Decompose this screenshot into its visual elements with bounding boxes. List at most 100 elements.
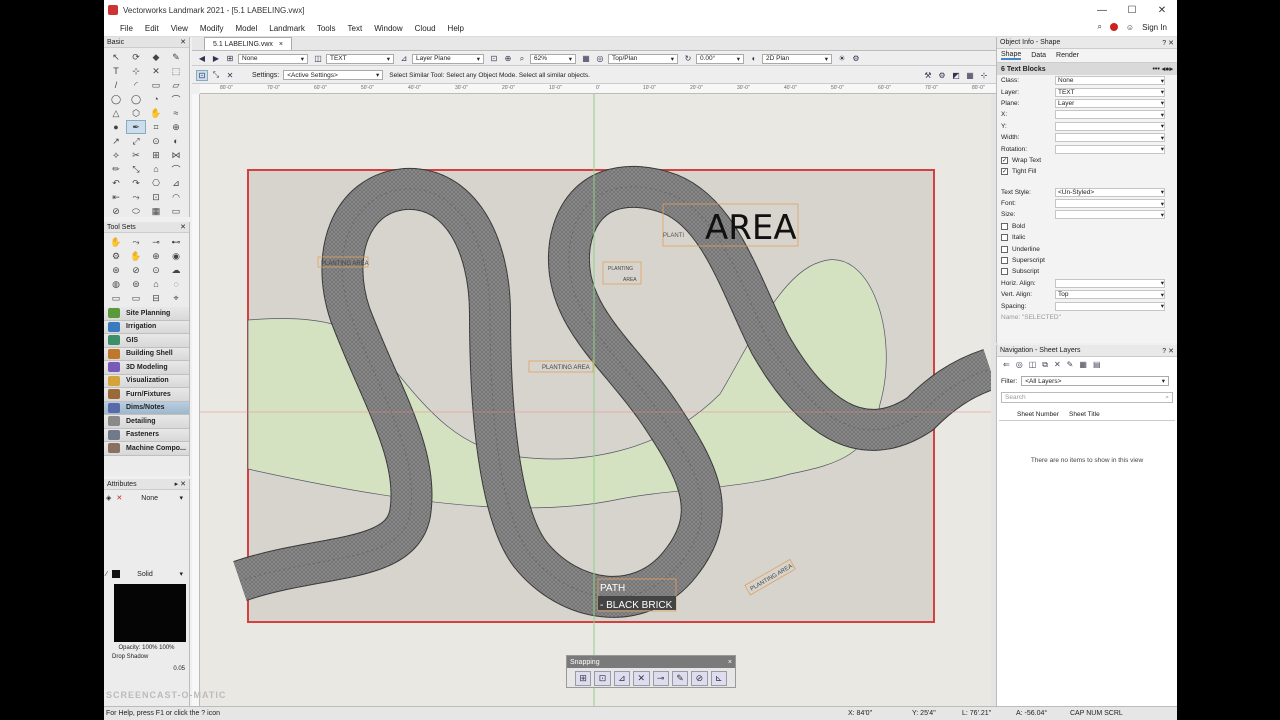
basic-tool-icon[interactable]: ◯ <box>106 92 126 106</box>
basic-tool-icon[interactable]: / <box>106 78 126 92</box>
snap-button-icon[interactable]: ✕ <box>633 671 650 686</box>
checkbox[interactable] <box>1001 234 1008 242</box>
toolset-tool-icon[interactable]: ⊟ <box>146 291 166 305</box>
basic-tool-icon[interactable]: ● <box>106 120 126 134</box>
tab-data[interactable]: Data <box>1031 52 1046 59</box>
basic-tool-icon[interactable]: ⬭ <box>126 204 146 218</box>
snapping-icon[interactable]: ⊹ <box>978 70 990 81</box>
basic-tool-icon[interactable]: ⤳ <box>126 190 146 204</box>
opacity-label[interactable]: Opacity: 100% 100% <box>104 645 189 651</box>
toolset-tool-icon[interactable]: ⊛ <box>106 263 126 277</box>
tool-icon[interactable]: ⚒ <box>922 70 934 81</box>
lighting-icon[interactable]: ☀ <box>836 53 848 64</box>
view-dropdown[interactable]: Top/Plan ▾ <box>608 53 678 64</box>
select-similar-icon[interactable]: ⤡ <box>210 70 222 81</box>
basic-tool-icon[interactable]: ⊹ <box>126 64 146 78</box>
basic-tool-icon[interactable]: ✏ <box>106 162 126 176</box>
basic-tool-icon[interactable]: ▭ <box>146 78 166 92</box>
class-icon[interactable]: ⊞ <box>224 53 236 64</box>
filter-dropdown[interactable]: <All Layers> ▾ <box>1021 376 1169 386</box>
grid-icon[interactable]: ▦ <box>580 53 592 64</box>
toolset-tool-icon[interactable]: ✋ <box>106 235 126 249</box>
field-value[interactable]: Top ▾ <box>1055 290 1165 300</box>
field-value[interactable]: ▾ <box>1055 133 1165 143</box>
settings-dropdown[interactable]: <Active Settings> ▾ <box>283 70 384 80</box>
toolset-item-dims-notes[interactable]: Dims/Notes <box>104 401 189 415</box>
basic-tool-icon[interactable]: ⤡ <box>126 162 146 176</box>
snap-button-icon[interactable]: ⊞ <box>575 671 592 686</box>
pen-icon[interactable]: ⁄ <box>106 571 107 578</box>
field-value[interactable]: None ▾ <box>1055 76 1165 86</box>
toolset-tool-icon[interactable]: ⊘ <box>126 263 146 277</box>
toolset-tool-icon[interactable]: ⊜ <box>126 277 146 291</box>
standard-views-icon[interactable]: ⊡ <box>488 53 500 64</box>
basic-tool-icon[interactable]: ↶ <box>106 176 126 190</box>
grid-icon[interactable]: ▦ <box>1079 360 1087 370</box>
help-close-icon[interactable]: ? ✕ <box>1162 347 1174 355</box>
basic-tool-icon[interactable]: ▱ <box>166 78 186 92</box>
menu-edit[interactable]: Edit <box>139 24 165 33</box>
basic-tool-icon[interactable]: ↖ <box>106 50 126 64</box>
basic-tool-icon[interactable]: ◜ <box>126 78 146 92</box>
visibility-icon[interactable]: ◎ <box>1016 360 1023 370</box>
toolset-tool-icon[interactable]: ⌂ <box>146 277 166 291</box>
layer-dropdown[interactable]: TEXT ▾ <box>326 53 394 64</box>
toolset-tool-icon[interactable]: ⤳ <box>126 235 146 249</box>
view-icon[interactable]: ◩ <box>950 70 962 81</box>
drawing-svg[interactable]: PLANTING AREA PLANTING AREA PLANTING ARE… <box>200 94 991 706</box>
basic-tool-icon[interactable]: ⊞ <box>146 148 166 162</box>
basic-tool-icon[interactable]: ◆ <box>146 50 166 64</box>
zoom-icon[interactable]: ⌕ <box>516 53 528 64</box>
toolset-item-visualization[interactable]: Visualization <box>104 374 189 388</box>
field-value[interactable]: ▾ <box>1055 144 1165 154</box>
field-value[interactable]: TEXT ▾ <box>1055 87 1165 97</box>
checkbox[interactable] <box>1001 257 1008 265</box>
basic-tool-icon[interactable]: ◐ <box>166 134 186 148</box>
basic-tool-icon[interactable]: △ <box>106 106 126 120</box>
toolset-tool-icon[interactable]: ⊙ <box>146 263 166 277</box>
toolset-tool-icon[interactable]: ✋ <box>126 249 146 263</box>
menu-icon[interactable]: ▸ ✕ <box>175 480 186 488</box>
toolset-tool-icon[interactable]: ▭ <box>126 291 146 305</box>
toolset-item-building-shell[interactable]: Building Shell <box>104 347 189 361</box>
checkbox[interactable]: ✓ <box>1001 156 1008 164</box>
basic-tool-icon[interactable]: ✂ <box>126 148 146 162</box>
basic-tool-icon[interactable]: ◔ <box>146 92 166 106</box>
drop-shadow-label[interactable]: Drop Shadow <box>104 654 189 660</box>
menu-model[interactable]: Model <box>229 24 263 33</box>
close-window-button[interactable]: ✕ <box>1147 0 1177 20</box>
edit-icon[interactable]: ✎ <box>1067 360 1074 370</box>
toolset-tool-icon[interactable]: ⚙ <box>106 249 126 263</box>
basic-tool-icon[interactable]: ▦ <box>146 204 166 218</box>
back-icon[interactable]: ◀ <box>196 53 208 64</box>
maximize-button[interactable]: ☐ <box>1117 0 1147 20</box>
toolset-tool-icon[interactable]: ⊕ <box>146 249 166 263</box>
search-input[interactable]: Search <box>1005 394 1026 401</box>
toolset-tool-icon[interactable]: ◌ <box>166 277 186 291</box>
tool-preferences-icon[interactable]: ✕ <box>224 70 236 81</box>
menu-window[interactable]: Window <box>368 24 408 33</box>
snap-button-icon[interactable]: ⊘ <box>691 671 708 686</box>
tab-render[interactable]: Render <box>1056 52 1079 59</box>
class-dropdown[interactable]: None ▾ <box>238 53 308 64</box>
basic-tool-icon[interactable]: ◯ <box>126 92 146 106</box>
search-icon[interactable]: ⌕ <box>1165 394 1169 402</box>
name-field[interactable]: Name: "SELECTED" <box>997 312 1177 323</box>
close-icon[interactable]: ✕ <box>180 38 186 46</box>
chevron-down-icon[interactable]: ▾ <box>179 570 183 578</box>
pen-style-value[interactable]: Solid <box>137 571 153 578</box>
toolset-tool-icon[interactable]: ◍ <box>106 277 126 291</box>
new-icon[interactable]: ◫ <box>1029 360 1037 370</box>
search-icon[interactable]: ⌕ <box>1097 22 1101 32</box>
menu-file[interactable]: File <box>114 24 139 33</box>
menu-help[interactable]: Help <box>442 24 470 33</box>
menu-landmark[interactable]: Landmark <box>263 24 311 33</box>
duplicate-icon[interactable]: ⧉ <box>1042 360 1048 370</box>
help-close-icon[interactable]: ? ✕ <box>1162 39 1174 47</box>
basic-tool-icon[interactable]: ⊕ <box>166 120 186 134</box>
more-icon[interactable]: ••• ◂●▸ <box>1152 65 1173 73</box>
basic-tool-icon[interactable]: ✒ <box>126 120 146 134</box>
snap-button-icon[interactable]: ⊸ <box>652 671 669 686</box>
basic-tool-icon[interactable]: ⬚ <box>166 64 186 78</box>
close-icon[interactable]: × <box>279 41 283 48</box>
